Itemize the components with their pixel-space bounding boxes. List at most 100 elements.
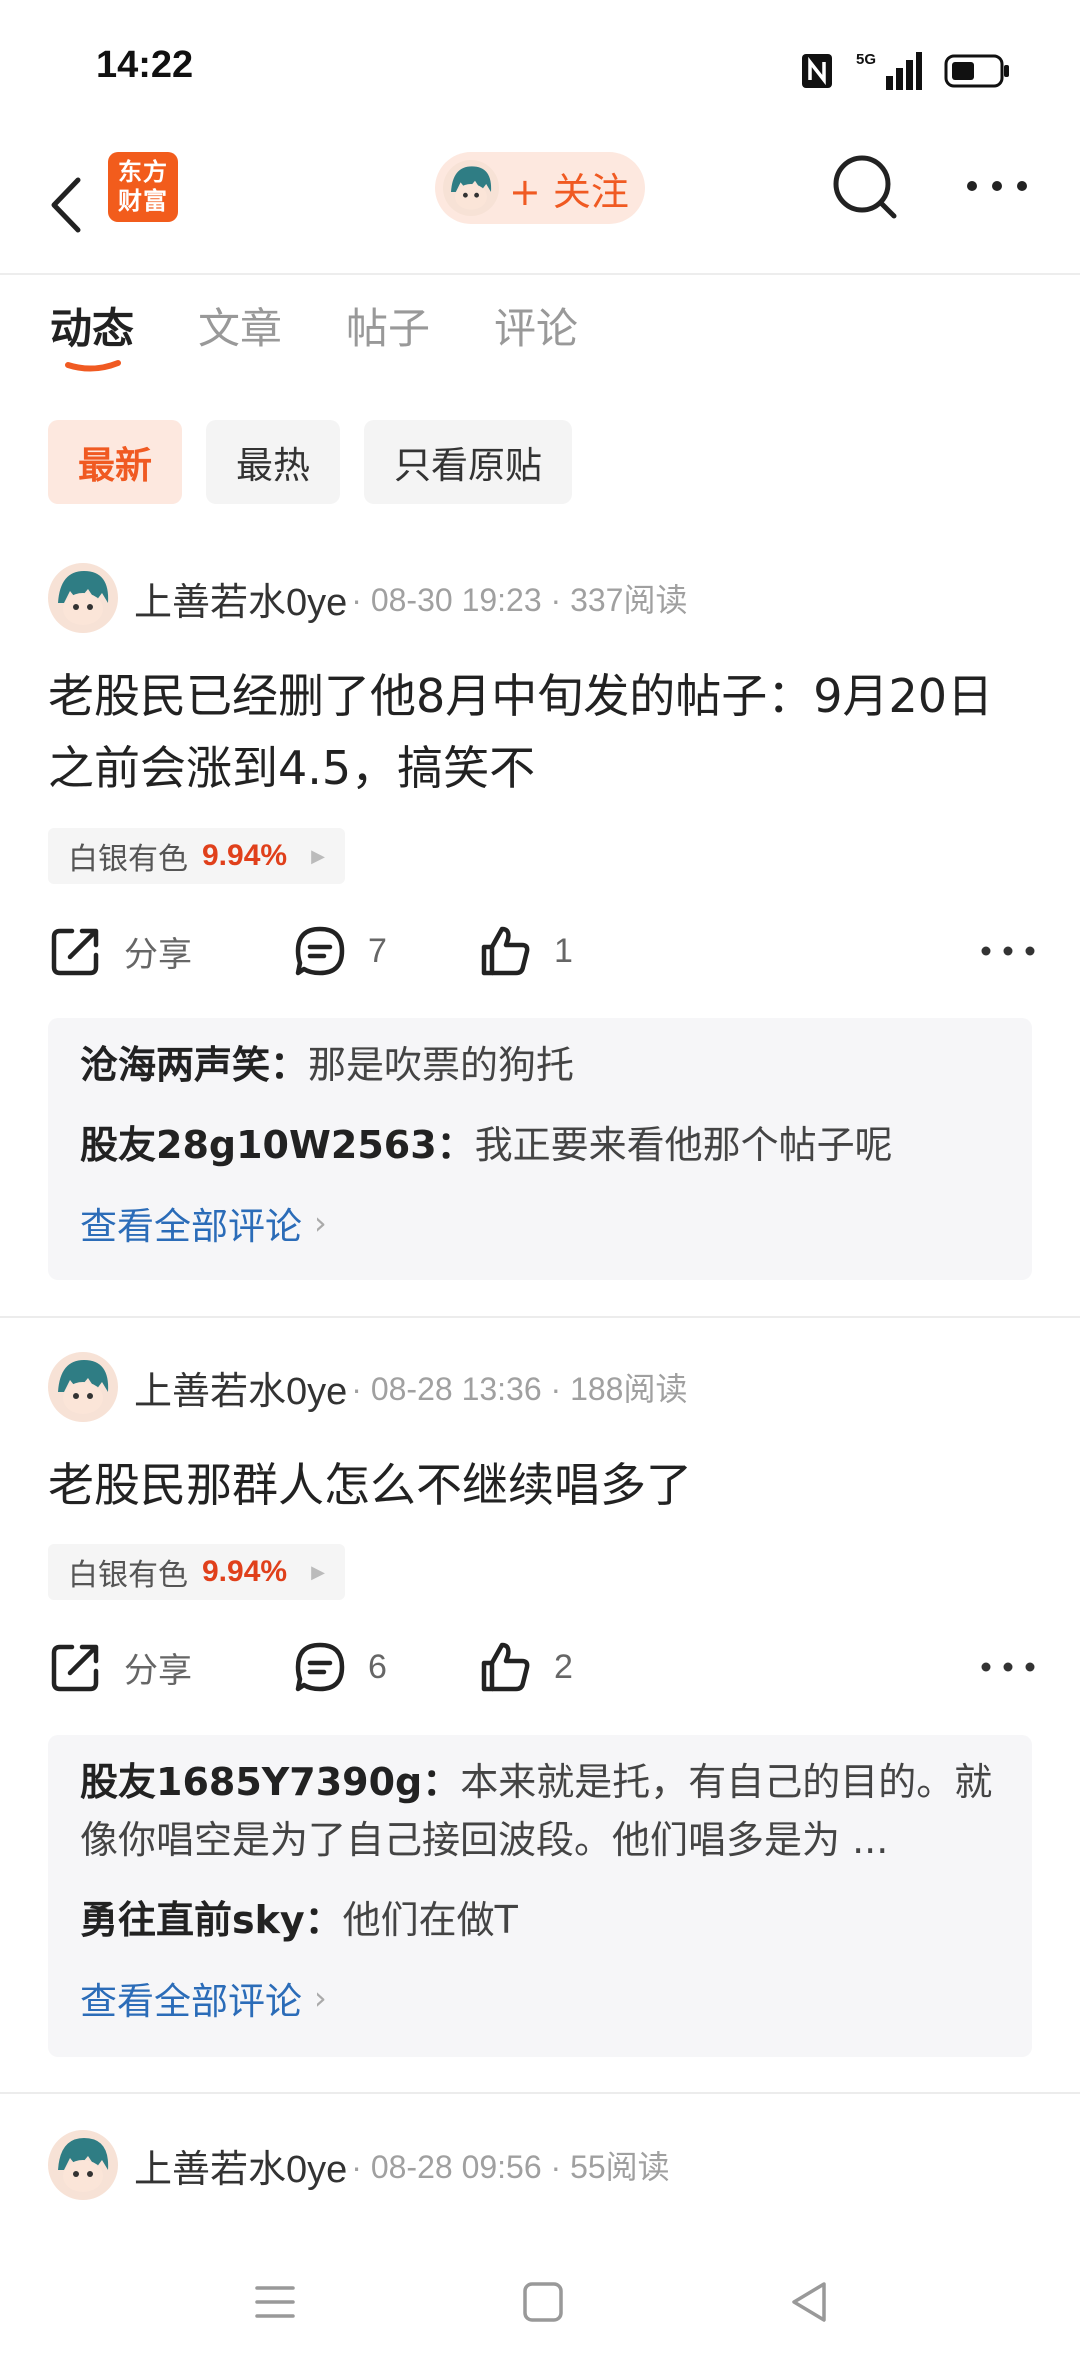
status-icons: 5G: [800, 50, 1010, 92]
stock-tag[interactable]: 白银有色 9.94% ▶: [48, 1544, 345, 1600]
comment-item[interactable]: 股友28g10W2563：我正要来看他那个帖子呢: [80, 1116, 1000, 1174]
eastmoney-logo[interactable]: 东方 财富: [108, 152, 178, 222]
post-meta: · 08-28 13:36 · 188阅读: [351, 1371, 688, 1407]
post-header: 上善若水0ye · 08-28 13:36 · 188阅读: [48, 1352, 687, 1422]
filter-latest[interactable]: 最新: [48, 420, 182, 504]
menu-icon[interactable]: [245, 2272, 305, 2332]
post-meta: · 08-28 09:56 · 55阅读: [351, 2149, 670, 2185]
chevron-right-icon: ›: [314, 1204, 327, 1242]
filter-hot[interactable]: 最热: [206, 420, 340, 504]
comment-count: 6: [368, 1647, 387, 1686]
author-name[interactable]: 上善若水0ye: [134, 1360, 347, 1415]
tab-underline-icon: [65, 360, 121, 372]
comment-count: 7: [368, 931, 387, 970]
triangle-right-icon: ▶: [311, 1561, 325, 1583]
view-all-label: 查看全部评论: [80, 1980, 302, 2023]
comment-text: 我正要来看他那个帖子呢: [474, 1123, 893, 1167]
user-avatar-icon: [48, 2130, 118, 2200]
post-header: 上善若水0ye · 08-30 19:23 · 337阅读: [48, 563, 687, 633]
home-square-icon[interactable]: [513, 2272, 573, 2332]
post-header: 上善若水0ye · 08-28 09:56 · 55阅读: [48, 2130, 670, 2200]
logo-line1: 东方: [118, 158, 168, 186]
tab-label: 文章: [198, 304, 283, 353]
post-actions: 分享 7 1: [48, 916, 1038, 986]
comment-icon: [295, 926, 345, 976]
battery-icon: [944, 54, 1009, 88]
thumbs-up-icon: [481, 926, 530, 976]
post-actions: 分享 6 2: [48, 1632, 1038, 1702]
stock-tag[interactable]: 白银有色 9.94% ▶: [48, 828, 345, 884]
more-dots-icon[interactable]: [978, 1654, 1038, 1680]
comment-item[interactable]: 沧海两声笑：那是吹票的狗托: [80, 1036, 1000, 1094]
status-bar: 14:22 5G: [0, 0, 1080, 140]
like-count: 2: [554, 1647, 573, 1686]
author-name[interactable]: 上善若水0ye: [134, 2138, 347, 2193]
post-card[interactable]: 上善若水0ye · 08-30 19:23 · 337阅读 老股民已经删了他8月…: [0, 563, 1080, 1283]
filter-chips: 最新 最热 只看原贴: [48, 420, 572, 504]
comment-author[interactable]: 勇往直前sky：: [80, 1898, 343, 1942]
post-card[interactable]: 上善若水0ye · 08-28 09:56 · 55阅读: [0, 2130, 1080, 2230]
like-button[interactable]: 2: [478, 1632, 573, 1702]
comment-item[interactable]: 勇往直前sky：他们在做T: [80, 1891, 1000, 1949]
divider: [0, 2092, 1080, 2094]
comment-preview[interactable]: 沧海两声笑：那是吹票的狗托 股友28g10W2563：我正要来看他那个帖子呢 查…: [48, 1018, 1032, 1280]
post-text[interactable]: 老股民已经删了他8月中旬发的帖子：9月20日之前会涨到4.5，搞笑不: [48, 660, 1038, 804]
comment-item[interactable]: 股友1685Y7390g：本来就是托，有自己的目的。就像你唱空是为了自己接回波段…: [80, 1753, 1000, 1869]
avatar: [443, 160, 499, 216]
comment-button[interactable]: 6: [292, 1632, 387, 1702]
share-button[interactable]: 分享: [48, 916, 192, 986]
post-card[interactable]: 上善若水0ye · 08-28 13:36 · 188阅读 老股民那群人怎么不继…: [0, 1352, 1080, 2062]
author-name[interactable]: 上善若水0ye: [134, 571, 347, 626]
thumbs-up-icon: [481, 1642, 530, 1692]
stock-name: 白银有色: [68, 842, 188, 877]
back-button[interactable]: [40, 160, 90, 250]
tab-comments[interactable]: 评论: [494, 295, 578, 356]
post-meta: · 08-30 19:23 · 337阅读: [351, 582, 688, 618]
chevron-left-icon: [51, 177, 81, 233]
more-button[interactable]: [962, 166, 1032, 206]
post-text[interactable]: 老股民那群人怎么不继续唱多了: [48, 1449, 1038, 1521]
search-button[interactable]: [828, 150, 902, 224]
divider: [0, 1316, 1080, 1318]
view-all-comments-link[interactable]: 查看全部评论 ›: [80, 1971, 1000, 2025]
system-nav-bar: [0, 2230, 1080, 2373]
triangle-right-icon: ▶: [311, 845, 325, 867]
tab-posts[interactable]: 帖子: [346, 295, 430, 356]
nfc-icon: [802, 54, 832, 88]
like-count: 1: [554, 931, 573, 970]
back-triangle-icon[interactable]: [780, 2272, 840, 2332]
comment-author[interactable]: 股友1685Y7390g：: [80, 1760, 460, 1804]
tab-articles[interactable]: 文章: [198, 295, 282, 356]
tab-dynamic[interactable]: 动态: [50, 295, 134, 372]
comment-text: 那是吹票的狗托: [308, 1043, 575, 1087]
view-all-comments-link[interactable]: 查看全部评论 ›: [80, 1196, 1000, 1250]
share-label: 分享: [124, 935, 192, 974]
share-icon: [51, 928, 99, 976]
follow-button[interactable]: + 关注: [435, 152, 645, 224]
more-dots-icon: [967, 181, 1027, 191]
avatar[interactable]: [48, 1352, 118, 1422]
share-icon: [51, 1644, 99, 1692]
filter-original-only[interactable]: 只看原贴: [364, 420, 572, 504]
comment-preview[interactable]: 股友1685Y7390g：本来就是托，有自己的目的。就像你唱空是为了自己接回波段…: [48, 1735, 1032, 2057]
signal-5g-icon: 5G: [856, 51, 922, 90]
follow-label: + 关注: [509, 169, 629, 214]
user-avatar-icon: [48, 563, 118, 633]
comment-author[interactable]: 股友28g10W2563：: [80, 1123, 475, 1167]
more-dots-icon[interactable]: [978, 938, 1038, 964]
share-label: 分享: [124, 1651, 192, 1690]
network-label: 5G: [856, 51, 876, 68]
stock-name: 白银有色: [68, 1558, 188, 1593]
tab-label: 评论: [494, 304, 579, 353]
logo-line2: 财富: [118, 187, 168, 215]
avatar[interactable]: [48, 2130, 118, 2200]
comment-button[interactable]: 7: [292, 916, 387, 986]
stock-change: 9.94%: [202, 839, 288, 872]
avatar[interactable]: [48, 563, 118, 633]
search-icon: [833, 155, 897, 219]
comment-author[interactable]: 沧海两声笑：: [80, 1043, 308, 1087]
user-avatar-icon: [443, 160, 499, 216]
comment-icon: [295, 1642, 345, 1692]
like-button[interactable]: 1: [478, 916, 573, 986]
share-button[interactable]: 分享: [48, 1632, 192, 1702]
